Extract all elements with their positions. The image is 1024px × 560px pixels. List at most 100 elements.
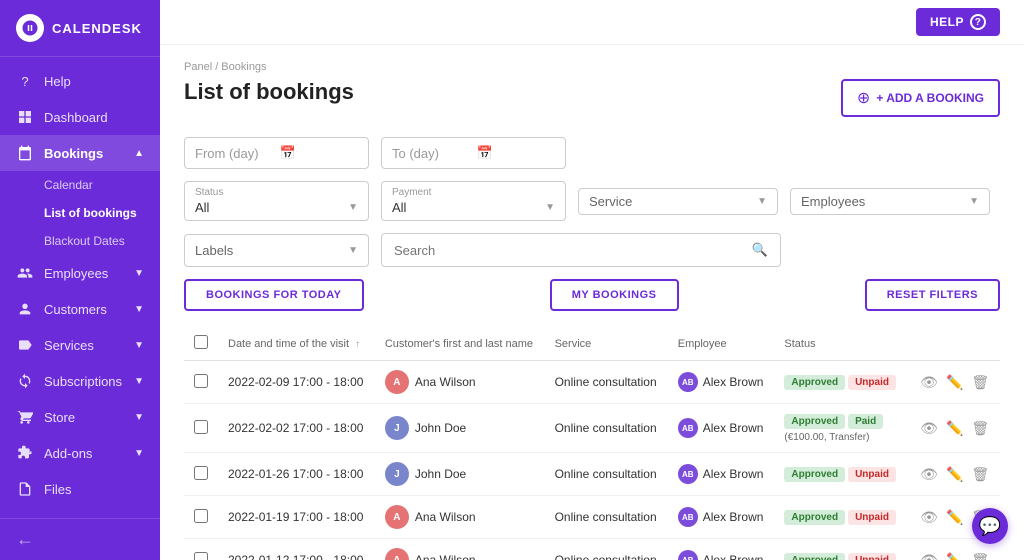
from-date-input[interactable]: From (day) 📅: [184, 137, 369, 169]
row-checkbox[interactable]: [194, 552, 208, 560]
employees-icon: [16, 264, 34, 282]
logo-icon: [16, 14, 44, 42]
sidebar-item-subscriptions[interactable]: Subscriptions ▼: [0, 363, 160, 399]
sidebar-item-help[interactable]: ? Help: [0, 63, 160, 99]
employee-name: Alex Brown: [703, 510, 764, 524]
sidebar-item-label: Files: [44, 482, 71, 497]
sidebar-sub-blackout[interactable]: Blackout Dates: [0, 227, 160, 255]
top-bar: HELP ?: [160, 0, 1024, 45]
chevron-up-icon: ▲: [134, 148, 144, 159]
sidebar-item-store[interactable]: Store ▼: [0, 399, 160, 435]
transfer-text: (€100.00, Transfer): [784, 432, 869, 443]
edit-icon[interactable]: ✏️: [946, 466, 963, 483]
status-select[interactable]: Status All ▼: [184, 181, 369, 221]
status-badge: Paid: [848, 414, 883, 429]
store-icon: [16, 408, 34, 426]
delete-icon[interactable]: 🗑: [971, 420, 989, 437]
row-checkbox[interactable]: [194, 509, 208, 523]
sidebar-item-customers[interactable]: Customers ▼: [0, 291, 160, 327]
row-datetime: 2022-02-09 17:00 - 18:00: [218, 361, 375, 404]
sidebar-item-files[interactable]: Files: [0, 471, 160, 507]
edit-icon[interactable]: ✏️: [946, 552, 963, 560]
row-checkbox-cell: [184, 496, 218, 539]
row-checkbox[interactable]: [194, 374, 208, 388]
sidebar-item-employees[interactable]: Employees ▼: [0, 255, 160, 291]
search-input[interactable]: [394, 243, 744, 258]
collapse-icon[interactable]: ←: [16, 529, 34, 549]
row-status: ApprovedUnpaid: [774, 361, 910, 404]
bookings-table: Date and time of the visit ↑ Customer's …: [184, 327, 1000, 560]
view-icon[interactable]: 👁: [920, 420, 938, 437]
sidebar-item-services[interactable]: Services ▼: [0, 327, 160, 363]
delete-icon[interactable]: 🗑: [971, 466, 989, 483]
action-row: BOOKINGS FOR TODAY MY BOOKINGS RESET FIL…: [184, 279, 1000, 311]
dashboard-icon: [16, 108, 34, 126]
search-box[interactable]: 🔍: [381, 233, 781, 267]
sidebar-bottom: ←: [0, 518, 160, 560]
row-employee: ABAlex Brown: [668, 453, 775, 496]
employees-select[interactable]: Employees ▼: [790, 188, 990, 215]
row-employee: ABAlex Brown: [668, 539, 775, 560]
row-status: ApprovedUnpaid: [774, 453, 910, 496]
status-badge: Approved: [784, 414, 845, 429]
row-status: ApprovedUnpaid: [774, 539, 910, 560]
help-circle-icon: ?: [970, 14, 986, 30]
row-checkbox-cell: [184, 361, 218, 404]
row-customer: JJohn Doe: [375, 453, 545, 496]
customer-name: Ana Wilson: [415, 510, 476, 524]
sidebar-item-addons[interactable]: Add-ons ▼: [0, 435, 160, 471]
services-icon: [16, 336, 34, 354]
row-datetime: 2022-01-19 17:00 - 18:00: [218, 496, 375, 539]
my-bookings-button[interactable]: MY BOOKINGS: [550, 279, 679, 311]
view-icon[interactable]: 👁: [920, 374, 938, 391]
row-actions: 👁 ✏️ 🗑: [910, 453, 1000, 496]
status-badge: Approved: [784, 553, 845, 560]
col-employee: Employee: [668, 327, 775, 361]
add-booking-button[interactable]: ⊕ + ADD A BOOKING: [841, 79, 1000, 117]
delete-icon[interactable]: 🗑: [971, 374, 989, 391]
sidebar-item-bookings[interactable]: Bookings ▲: [0, 135, 160, 171]
chat-bubble-button[interactable]: 💬: [972, 508, 1008, 544]
view-icon[interactable]: 👁: [920, 466, 938, 483]
sidebar-item-label: Subscriptions: [44, 374, 122, 389]
sidebar-item-label: Services: [44, 338, 94, 353]
select-all-checkbox[interactable]: [194, 335, 208, 349]
sidebar-item-dashboard[interactable]: Dashboard: [0, 99, 160, 135]
help-button[interactable]: HELP ?: [916, 8, 1000, 36]
reset-filters-button[interactable]: RESET FILTERS: [865, 279, 1000, 311]
row-actions: 👁 ✏️ 🗑: [910, 404, 1000, 453]
row-service: Online consultation: [545, 361, 668, 404]
customer-name: John Doe: [415, 467, 466, 481]
customers-icon: [16, 300, 34, 318]
employee-name: Alex Brown: [703, 467, 764, 481]
bookings-for-today-button[interactable]: BOOKINGS FOR TODAY: [184, 279, 364, 311]
status-badge: Approved: [784, 467, 845, 482]
search-icon: 🔍: [752, 242, 768, 258]
labels-select[interactable]: Labels ▼: [184, 234, 369, 267]
calendar-icon: 📅: [477, 145, 556, 161]
payment-select[interactable]: Payment All ▼: [381, 181, 566, 221]
chevron-down-icon: ▼: [134, 448, 144, 459]
filter-row-1: From (day) 📅 To (day) 📅: [184, 137, 1000, 169]
sidebar-item-label: Store: [44, 410, 75, 425]
view-icon[interactable]: 👁: [920, 509, 938, 526]
to-date-input[interactable]: To (day) 📅: [381, 137, 566, 169]
edit-icon[interactable]: ✏️: [946, 374, 963, 391]
edit-icon[interactable]: ✏️: [946, 420, 963, 437]
view-icon[interactable]: 👁: [920, 552, 938, 560]
row-checkbox[interactable]: [194, 420, 208, 434]
sidebar-sub-list-bookings[interactable]: List of bookings: [0, 199, 160, 227]
chevron-down-icon: ▼: [348, 245, 358, 256]
service-select[interactable]: Service ▼: [578, 188, 778, 215]
sidebar-item-label: Customers: [44, 302, 107, 317]
sidebar-sub-calendar[interactable]: Calendar: [0, 171, 160, 199]
row-customer: AAna Wilson: [375, 539, 545, 560]
row-checkbox[interactable]: [194, 466, 208, 480]
col-customer: Customer's first and last name: [375, 327, 545, 361]
employee-name: Alex Brown: [703, 375, 764, 389]
addons-icon: [16, 444, 34, 462]
edit-icon[interactable]: ✏️: [946, 509, 963, 526]
page-title: List of bookings: [184, 79, 354, 105]
row-service: Online consultation: [545, 539, 668, 560]
delete-icon[interactable]: 🗑: [971, 552, 989, 560]
